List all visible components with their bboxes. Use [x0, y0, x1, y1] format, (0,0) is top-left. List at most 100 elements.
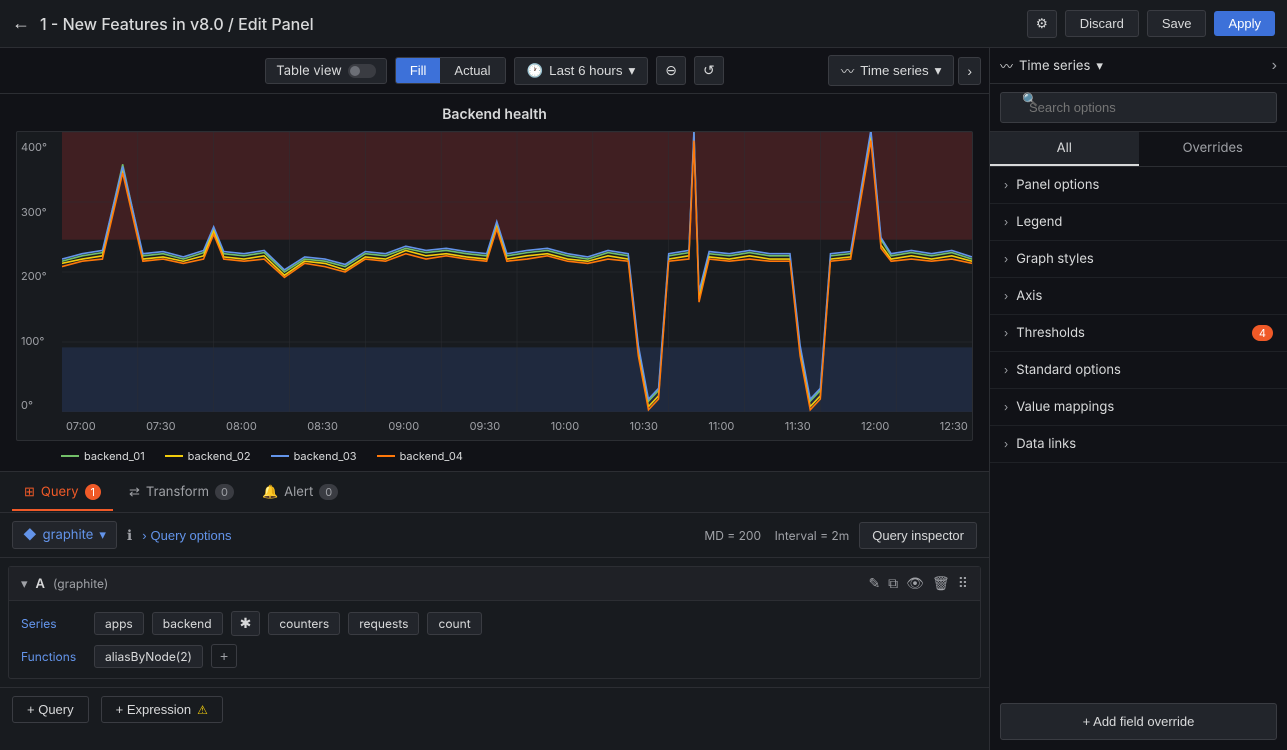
option-chevron: ›: [1004, 289, 1008, 303]
function-tag-aliasByNode[interactable]: aliasByNode(2): [94, 645, 203, 668]
query-copy-button[interactable]: ⧉: [888, 575, 898, 592]
viz-nav-next[interactable]: ›: [958, 57, 981, 85]
query-drag-button[interactable]: ⠿: [958, 575, 968, 592]
query-info-button[interactable]: ℹ: [127, 527, 132, 544]
tab-transform[interactable]: ⇄ Transform 0: [117, 474, 246, 510]
query-collapse-icon[interactable]: ▾: [21, 576, 28, 592]
query-options-button[interactable]: › Query options: [142, 528, 231, 543]
option-value-mappings[interactable]: › Value mappings: [990, 389, 1287, 426]
option-panel-options[interactable]: › Panel options: [990, 167, 1287, 204]
series-tag-wildcard[interactable]: ✱: [231, 611, 261, 636]
query-delete-button[interactable]: 🗑: [932, 575, 950, 592]
option-thresholds[interactable]: › Thresholds 4: [990, 315, 1287, 352]
viz-type-icon: 〰: [841, 61, 854, 80]
bottom-tabs: ⊞ Query 1 ⇄ Transform 0 🔔 Alert 0: [0, 471, 989, 513]
back-button[interactable]: ←: [12, 13, 30, 34]
interval-label: Interval = 2m: [775, 528, 850, 543]
option-left: › Thresholds: [1004, 325, 1085, 341]
legend-item-backend04: backend_04: [377, 449, 463, 463]
chart-x-axis: 07:00 07:30 08:00 08:30 09:00 09:30 10:0…: [62, 412, 972, 440]
option-left: › Graph styles: [1004, 251, 1094, 267]
option-left: › Legend: [1004, 214, 1062, 230]
legend-color-backend03: [271, 455, 289, 457]
add-query-button[interactable]: + Query: [12, 696, 89, 723]
viz-type-icon-right: 〰: [1000, 56, 1013, 75]
viz-nav-next-right[interactable]: ›: [1272, 57, 1277, 75]
add-expression-label: + Expression: [116, 702, 192, 717]
query-row-header: ▾ A (graphite) ✎ ⧉ 👁 🗑 ⠿: [9, 567, 980, 601]
tab-query[interactable]: ⊞ Query 1: [12, 474, 113, 510]
toggle-switch[interactable]: [348, 64, 376, 78]
tab-alert-badge: 0: [319, 484, 338, 500]
query-inspector-button[interactable]: Query inspector: [859, 522, 977, 549]
option-label: Graph styles: [1016, 251, 1094, 267]
query-options-label: Query options: [151, 528, 232, 543]
time-range-button[interactable]: 🕐 Last 6 hours ▾: [514, 57, 649, 85]
query-row-label: A: [36, 576, 45, 592]
expression-warning-icon: ⚠: [197, 703, 208, 717]
apply-button[interactable]: Apply: [1214, 11, 1275, 36]
option-chevron: ›: [1004, 215, 1008, 229]
tab-query-label: Query: [41, 484, 79, 500]
refresh-button[interactable]: ↺: [694, 56, 724, 85]
option-label: Value mappings: [1016, 399, 1114, 415]
datasource-selector[interactable]: ◆ graphite ▾: [12, 521, 117, 549]
option-label: Data links: [1016, 436, 1076, 452]
time-chevron: ▾: [629, 63, 636, 79]
option-chevron: ›: [1004, 400, 1008, 414]
search-wrapper: 🔍: [1000, 92, 1277, 123]
query-eye-button[interactable]: 👁: [906, 575, 924, 592]
option-left: › Panel options: [1004, 177, 1099, 193]
tab-alert-icon: 🔔: [262, 484, 278, 500]
legend-color-backend04: [377, 455, 395, 457]
viz-type-button[interactable]: 〰 Time series ▾: [828, 55, 954, 86]
option-standard-options[interactable]: › Standard options: [990, 352, 1287, 389]
series-tag-counters[interactable]: counters: [268, 612, 340, 635]
legend-item-backend03: backend_03: [271, 449, 357, 463]
query-meta: MD = 200 Interval = 2m: [704, 528, 849, 543]
series-field-row: Series apps backend ✱ counters requests …: [21, 611, 968, 636]
option-graph-styles[interactable]: › Graph styles: [990, 241, 1287, 278]
datasource-icon: ◆: [23, 527, 37, 543]
query-options-arrow: ›: [142, 528, 146, 543]
option-left: › Standard options: [1004, 362, 1121, 378]
add-expression-button[interactable]: + Expression ⚠: [101, 696, 223, 723]
settings-button[interactable]: ⚙: [1027, 10, 1057, 38]
time-label: Last 6 hours: [549, 63, 622, 78]
series-tag-count[interactable]: count: [427, 612, 481, 635]
query-edit-button[interactable]: ✎: [868, 575, 880, 592]
chart-canvas: [62, 132, 972, 412]
series-tag-requests[interactable]: requests: [348, 612, 419, 635]
add-buttons: + Query + Expression ⚠: [0, 687, 989, 731]
query-row-datasource: (graphite): [53, 576, 108, 591]
zoom-out-button[interactable]: ⊖: [656, 56, 686, 85]
series-tag-backend[interactable]: backend: [152, 612, 223, 635]
left-panel: Table view Fill Actual 🕐 Last 6 hours ▾ …: [0, 48, 989, 750]
legend-item-backend01: backend_01: [61, 449, 145, 463]
query-row-actions: ✎ ⧉ 👁 🗑 ⠿: [868, 575, 968, 592]
viz-type-label: Time series: [860, 63, 928, 78]
add-override-button[interactable]: + Add field override: [1000, 703, 1277, 740]
option-left: › Axis: [1004, 288, 1042, 304]
actual-button[interactable]: Actual: [440, 58, 504, 83]
datasource-name: graphite: [43, 527, 94, 543]
add-function-button[interactable]: +: [211, 644, 237, 668]
options-tab-overrides[interactable]: Overrides: [1139, 132, 1287, 166]
option-legend[interactable]: › Legend: [990, 204, 1287, 241]
viz-type-selector[interactable]: 〰 Time series ▾: [1000, 56, 1103, 75]
fill-button[interactable]: Fill: [396, 58, 441, 83]
save-button[interactable]: Save: [1147, 10, 1207, 37]
table-view-toggle[interactable]: Table view: [265, 58, 387, 84]
viz-type-bar: 〰 Time series ▾ ›: [990, 48, 1287, 84]
tab-query-badge: 1: [85, 484, 101, 500]
option-label: Legend: [1016, 214, 1062, 230]
series-tag-apps[interactable]: apps: [94, 612, 144, 635]
options-search-input[interactable]: [1000, 92, 1277, 123]
option-data-links[interactable]: › Data links: [990, 426, 1287, 463]
option-axis[interactable]: › Axis: [990, 278, 1287, 315]
discard-button[interactable]: Discard: [1065, 10, 1139, 37]
option-label: Axis: [1016, 288, 1042, 304]
query-toolbar: ◆ graphite ▾ ℹ › Query options MD = 200 …: [0, 513, 989, 558]
options-tab-all[interactable]: All: [990, 132, 1139, 166]
tab-alert[interactable]: 🔔 Alert 0: [250, 474, 350, 510]
